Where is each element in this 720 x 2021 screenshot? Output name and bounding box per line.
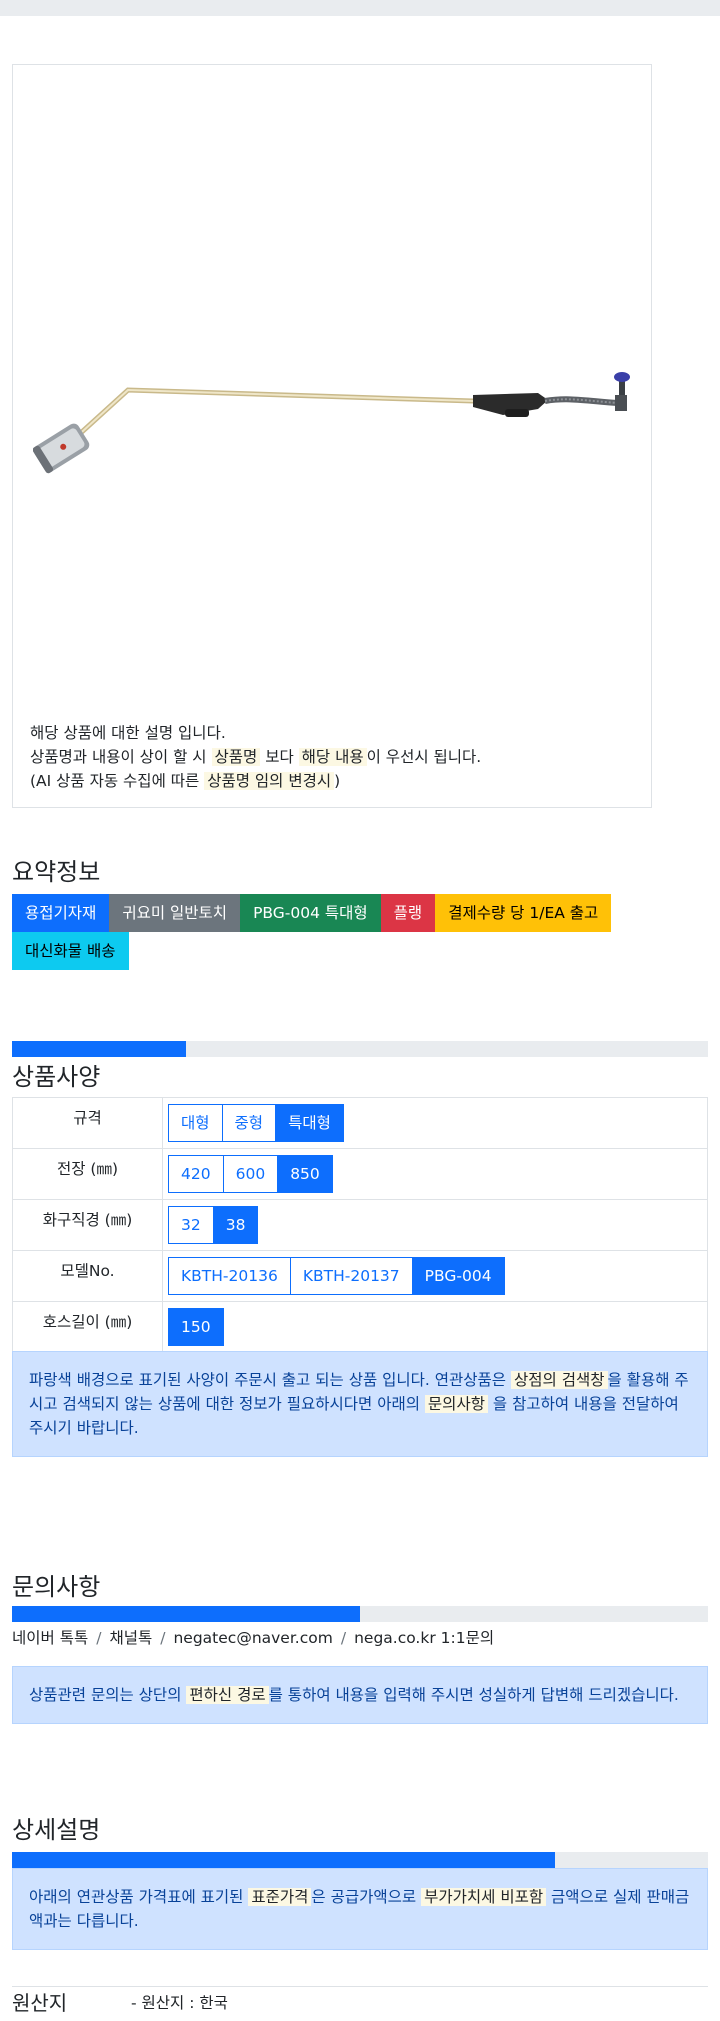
- desc-text: 보다: [260, 748, 299, 766]
- spec-row: 모델No. KBTH-20136 KBTH-20137 PBG-004: [12, 1250, 708, 1302]
- spec-option-button[interactable]: PBG-004: [411, 1257, 505, 1295]
- origin-label: 원산지: [12, 1991, 68, 2015]
- spec-options: 대형 중형 특대형: [162, 1097, 708, 1149]
- summary-title: 요약정보: [12, 858, 101, 886]
- spec-label: 호스길이 (㎜): [12, 1301, 163, 1353]
- spec-option-button[interactable]: 특대형: [275, 1104, 344, 1142]
- spec-label: 규격: [12, 1097, 163, 1149]
- notice-text: 를 통하여 내용을 입력해 주시면 성실하게 답변해 드리겠습니다.: [268, 1686, 679, 1704]
- spec-option-button[interactable]: 600: [222, 1155, 279, 1193]
- highlight-search: 상점의 검색창: [511, 1371, 608, 1389]
- detail-title: 상세설명: [12, 1816, 101, 1844]
- contact-channel-talk[interactable]: 채널톡: [109, 1629, 152, 1647]
- notice-text: 아래의 연관상품 가격표에 표기된: [29, 1888, 249, 1906]
- origin-value: - 원산지 : 한국: [131, 1994, 228, 2012]
- spec-label: 전장 (㎜): [12, 1148, 163, 1200]
- spec-title: 상품사양: [12, 1063, 101, 1091]
- origin-row: 원산지 - 원산지 : 한국: [12, 1986, 708, 2015]
- contact-naver-talk[interactable]: 네이버 톡톡: [12, 1629, 88, 1647]
- badge-category: 용접기자재: [12, 894, 110, 932]
- highlight-inquiry: 문의사항: [424, 1395, 488, 1413]
- spec-label: 화구직경 (㎜): [12, 1199, 163, 1251]
- spec-option-button[interactable]: 대형: [168, 1104, 223, 1142]
- notice-text: 상품관련 문의는 상단의: [29, 1686, 187, 1704]
- product-card: 해당 상품에 대한 설명 입니다. 상품명과 내용이 상이 할 시 상품명 보다…: [12, 64, 652, 808]
- desc-line-2: 상품명과 내용이 상이 할 시 상품명 보다 해당 내용 이 우선시 됩니다.: [30, 745, 481, 769]
- spec-notice: 파랑색 배경으로 표기된 사양이 주문시 출고 되는 상품 입니다. 연관상품은…: [12, 1351, 708, 1457]
- spec-options: 420 600 850: [162, 1148, 708, 1200]
- inquiry-notice: 상품관련 문의는 상단의 편하신 경로 를 통하여 내용을 입력해 주시면 성실하…: [12, 1666, 708, 1724]
- detail-notice: 아래의 연관상품 가격표에 표기된 표준가격 은 공급가액으로 부가가치세 비포함…: [12, 1868, 708, 1950]
- spec-progress: [12, 1041, 708, 1057]
- spec-options: 150: [162, 1301, 708, 1353]
- contact-email[interactable]: negatec@naver.com: [173, 1629, 332, 1647]
- spec-option-button[interactable]: 38: [212, 1206, 259, 1244]
- spec-row: 규격 대형 중형 특대형: [12, 1097, 708, 1149]
- badge-type: 귀요미 일반토치: [109, 894, 241, 932]
- spec-option-button[interactable]: 850: [277, 1155, 333, 1193]
- separator: /: [340, 1629, 347, 1647]
- highlight-route: 편하신 경로: [186, 1686, 269, 1704]
- inquiry-progress-fill: [12, 1606, 360, 1622]
- detail-progress-fill: [12, 1852, 555, 1868]
- gas-torch-image: [33, 372, 630, 474]
- badge-brand: 플랭: [380, 894, 436, 932]
- desc-text: 상품명과 내용이 상이 할 시: [30, 748, 212, 766]
- spec-label: 모델No.: [12, 1250, 163, 1302]
- badge-quantity: 결제수량 당 1/EA 출고: [435, 894, 612, 932]
- desc-text: 이 우선시 됩니다.: [366, 748, 482, 766]
- spec-option-button[interactable]: 150: [168, 1308, 224, 1346]
- inquiry-title: 문의사항: [12, 1573, 101, 1601]
- badge-model: PBG-004 특대형: [240, 894, 381, 932]
- highlight-content: 해당 내용: [298, 748, 367, 766]
- desc-line-1: 해당 상품에 대한 설명 입니다.: [30, 724, 226, 742]
- separator: /: [160, 1629, 166, 1647]
- contact-breadcrumb: 네이버 톡톡 / 채널톡 / negatec@naver.com / nega.co.kr …: [12, 1626, 494, 1648]
- desc-line-3: (AI 상품 자동 수집에 따른 상품명 임의 변경시): [30, 769, 481, 793]
- detail-progress: [12, 1852, 708, 1868]
- spec-progress-fill: [12, 1041, 186, 1057]
- spec-option-button[interactable]: 420: [168, 1155, 224, 1193]
- badge-shipping: 대신화물 배송: [12, 932, 129, 970]
- spec-option-button[interactable]: 중형: [221, 1104, 277, 1142]
- notice-text: 은 공급가액으로: [311, 1888, 422, 1906]
- spec-row: 화구직경 (㎜) 32 38: [12, 1199, 708, 1251]
- spec-option-button[interactable]: KBTH-20136: [168, 1257, 291, 1295]
- highlight-standard-price: 표준가격: [248, 1888, 312, 1906]
- highlight-product-name: 상품명: [211, 748, 261, 766]
- notice-text: 파랑색 배경으로 표기된 사양이 주문시 출고 되는 상품 입니다. 연관상품은: [29, 1371, 511, 1389]
- summary-badges: 용접기자재 귀요미 일반토치 PBG-004 특대형 플랭 결제수량 당 1/E…: [12, 894, 712, 970]
- spec-option-button[interactable]: 32: [168, 1206, 214, 1244]
- spec-options: 32 38: [162, 1199, 708, 1251]
- contact-site-inquiry[interactable]: nega.co.kr 1:1문의: [354, 1629, 494, 1647]
- product-description: 해당 상품에 대한 설명 입니다. 상품명과 내용이 상이 할 시 상품명 보다…: [30, 721, 481, 793]
- highlight-vat: 부가가치세 비포함: [421, 1888, 547, 1906]
- desc-text: ): [334, 772, 341, 790]
- separator: /: [96, 1629, 102, 1647]
- spec-table: 규격 대형 중형 특대형 전장 (㎜) 420 600 850 화구직경 (㎜) 32 38 모델No…: [12, 1097, 708, 1353]
- spec-row: 호스길이 (㎜) 150: [12, 1301, 708, 1353]
- top-bar: [0, 0, 720, 16]
- spec-row: 전장 (㎜) 420 600 850: [12, 1148, 708, 1200]
- spec-option-button[interactable]: KBTH-20137: [289, 1257, 413, 1295]
- spec-options: KBTH-20136 KBTH-20137 PBG-004: [162, 1250, 708, 1302]
- desc-text: (AI 상품 자동 수집에 따른: [30, 772, 205, 790]
- highlight-name-change: 상품명 임의 변경시: [204, 772, 335, 790]
- inquiry-progress: [12, 1606, 708, 1622]
